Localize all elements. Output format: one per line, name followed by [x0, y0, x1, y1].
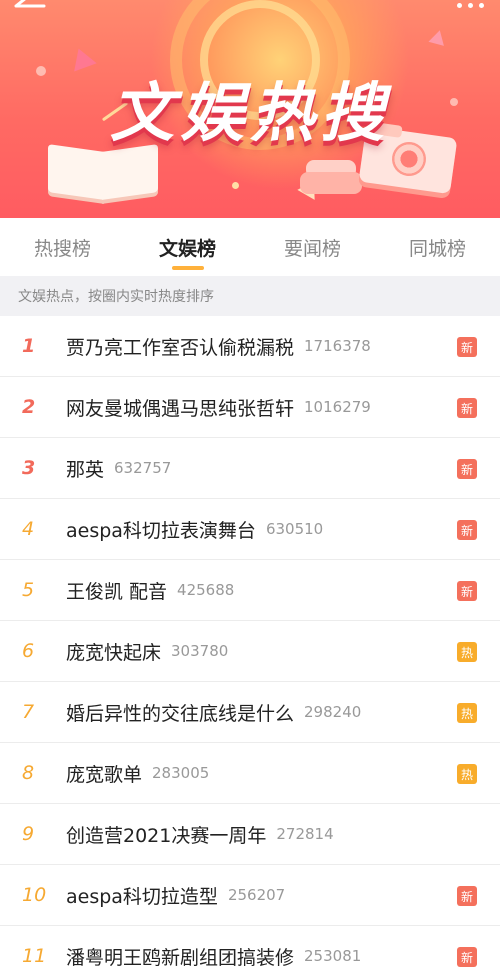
item-title: 那英 [66, 458, 105, 481]
item-title: 婚后异性的交往底线是什么 [66, 702, 295, 725]
heat-count: 253081 [304, 947, 362, 965]
heat-count: 1716378 [304, 337, 371, 355]
decor-triangle [428, 28, 448, 46]
heat-count: 298240 [304, 703, 362, 721]
more-button[interactable] [450, 0, 490, 10]
list-item[interactable]: 11 潘粤明王鸥新剧组团搞装修 253081 新 [0, 926, 500, 970]
rank-number: 2 [22, 396, 36, 418]
item-title: aespa科切拉表演舞台 [66, 519, 256, 542]
item-title: 潘粤明王鸥新剧组团搞装修 [66, 946, 295, 969]
rank-number: 3 [22, 457, 36, 479]
new-badge: 新 [457, 459, 477, 479]
more-dot [467, 2, 473, 8]
decor-dot [232, 182, 239, 189]
new-badge: 新 [457, 337, 477, 357]
rank-number: 5 [22, 579, 35, 601]
tab-hot-search[interactable]: 热搜榜 [0, 218, 125, 276]
heat-count: 425688 [177, 581, 235, 599]
rank-number: 6 [22, 640, 35, 662]
rank-number: 8 [22, 762, 35, 784]
list-item[interactable]: 2 网友曼城偶遇马思纯张哲轩 1016279 新 [0, 377, 500, 438]
back-arrow-icon [14, 0, 46, 8]
rank-number: 1 [22, 335, 36, 357]
back-button[interactable] [12, 0, 52, 20]
heat-count: 630510 [265, 520, 324, 538]
tab-news[interactable]: 要闻榜 [250, 218, 375, 276]
hot-badge: 热 [457, 764, 477, 784]
rank-number: 9 [22, 823, 35, 845]
heat-count: 303780 [171, 642, 229, 660]
tab-bar: 热搜榜 文娱榜 要闻榜 同城榜 [0, 218, 500, 276]
item-title: 创造营2021决赛一周年 [66, 824, 267, 847]
list-item[interactable]: 4 aespa科切拉表演舞台 630510 新 [0, 499, 500, 560]
heat-count: 283005 [152, 764, 210, 782]
banner: 文娱热搜 [0, 0, 500, 218]
new-badge: 新 [457, 886, 477, 906]
item-title: 庞宽歌单 [66, 763, 143, 786]
list-item[interactable]: 9 创造营2021决赛一周年 272814 [0, 804, 500, 865]
heat-count: 272814 [276, 825, 334, 843]
rank-number: 4 [22, 518, 35, 540]
list-item[interactable]: 10 aespa科切拉造型 256207 新 [0, 865, 500, 926]
new-badge: 新 [457, 947, 477, 967]
rank-number: 10 [22, 884, 47, 906]
item-title: 网友曼城偶遇马思纯张哲轩 [66, 397, 295, 420]
hot-badge: 热 [457, 642, 477, 662]
list-item[interactable]: 8 庞宽歌单 283005 热 [0, 743, 500, 804]
more-dots-icon [456, 2, 462, 8]
tab-entertainment[interactable]: 文娱榜 [125, 218, 250, 276]
list-item[interactable]: 1 贾乃亮工作室否认偷税漏税 1716378 新 [0, 316, 500, 377]
new-badge: 新 [457, 520, 477, 540]
tab-local[interactable]: 同城榜 [375, 218, 500, 276]
item-title: 贾乃亮工作室否认偷税漏税 [66, 336, 295, 359]
item-title: aespa科切拉造型 [66, 885, 218, 908]
page-title: 文娱热搜 [110, 77, 390, 151]
more-dot [478, 2, 484, 8]
list-item[interactable]: 3 那英 632757 新 [0, 438, 500, 499]
list-description: 文娱热点，按圈内实时热度排序 [0, 276, 500, 316]
list-item[interactable]: 7 婚后异性的交往底线是什么 298240 热 [0, 682, 500, 743]
rank-number: 11 [22, 945, 47, 967]
list-item[interactable]: 5 王俊凯 配音 425688 新 [0, 560, 500, 621]
list-item[interactable]: 6 庞宽快起床 303780 热 [0, 621, 500, 682]
new-badge: 新 [457, 398, 477, 418]
rank-number: 7 [22, 701, 35, 723]
hot-badge: 热 [457, 703, 477, 723]
heat-count: 632757 [114, 459, 172, 477]
heat-count: 256207 [227, 886, 286, 904]
new-badge: 新 [457, 581, 477, 601]
sofa-illustration [300, 160, 362, 194]
item-title: 王俊凯 配音 [66, 580, 168, 603]
hot-list: 1 贾乃亮工作室否认偷税漏税 1716378 新 2 网友曼城偶遇马思纯张哲轩 … [0, 316, 500, 970]
item-title: 庞宽快起床 [66, 641, 162, 664]
heat-count: 1016279 [304, 398, 371, 416]
